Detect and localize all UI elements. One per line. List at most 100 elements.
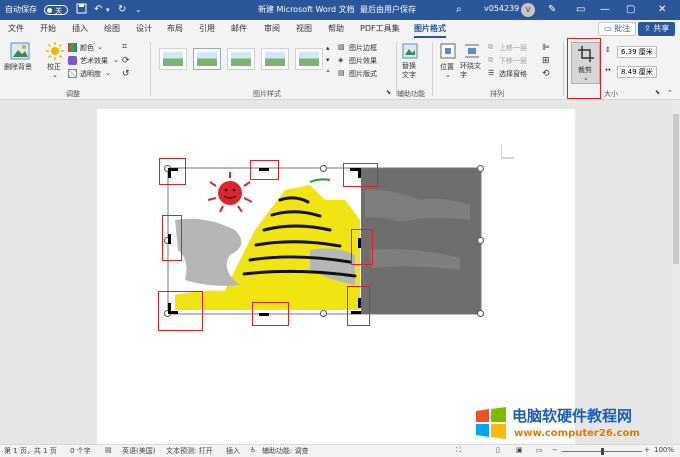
watermark-url: www.computer26.com: [514, 428, 640, 439]
compress-pictures-icon[interactable]: ⌗: [122, 42, 127, 52]
page-count[interactable]: 第 1 页，共 1 页: [4, 446, 57, 456]
picture-style-5[interactable]: [295, 48, 323, 70]
web-layout-icon[interactable]: ▭: [536, 446, 543, 454]
insert-mode[interactable]: 插入: [226, 446, 240, 456]
status-bar: 第 1 页，共 1 页 0 个字 ▤ 英语(美国) 文本预测: 打开 插入 ♿ …: [0, 444, 680, 457]
accessibility-status[interactable]: 辅助功能: 调查: [262, 446, 309, 456]
height-icon: ↕: [605, 46, 611, 54]
tab-mailings[interactable]: 邮件: [231, 23, 247, 34]
width-input[interactable]: 8.49 厘米: [617, 66, 657, 78]
send-backward-icon: ⧉: [488, 56, 493, 64]
reset-picture-icon[interactable]: ↺: [122, 69, 130, 79]
redo-icon[interactable]: ↻: [118, 3, 126, 17]
annotation-box: [250, 160, 279, 180]
align-icon[interactable]: ⊫: [542, 43, 550, 53]
minimize-icon[interactable]: —: [600, 3, 610, 17]
annotation-box: [252, 302, 289, 326]
resize-handle-middle-right[interactable]: [477, 237, 484, 244]
resize-handle-top-middle[interactable]: [320, 165, 327, 172]
picture-style-4[interactable]: [261, 48, 289, 70]
title-bar: 自动保存 关 ↶ ▾ ↻ ⌄ 新建 Microsoft Word 文档 最后由用…: [0, 0, 680, 20]
tab-picture-format[interactable]: 图片格式: [414, 23, 446, 38]
group-icon[interactable]: ⊞: [542, 56, 550, 66]
chevron-down-icon: ⌄: [52, 71, 58, 79]
annotation-box: [351, 229, 373, 265]
remove-background-icon: [10, 42, 30, 60]
tab-file[interactable]: 文件: [8, 23, 24, 34]
tab-insert[interactable]: 插入: [72, 23, 88, 34]
tab-help[interactable]: 帮助: [328, 23, 344, 34]
word-count[interactable]: 0 个字: [70, 446, 91, 456]
print-layout-icon[interactable]: ▣: [516, 446, 523, 454]
zoom-in-icon[interactable]: +: [644, 446, 650, 454]
pen-icon[interactable]: ✎: [548, 3, 556, 17]
autosave-toggle[interactable]: 关: [44, 5, 68, 15]
zoom-level[interactable]: 100%: [654, 446, 674, 454]
artistic-effects-label: 艺术效果: [80, 57, 108, 65]
gallery-up-icon[interactable]: ▴: [326, 44, 330, 52]
rotate-icon[interactable]: ⟲: [542, 69, 550, 79]
proofing-icon[interactable]: ▤: [105, 446, 112, 454]
resize-handle-top-right[interactable]: [477, 165, 484, 172]
search-icon[interactable]: ⌕: [456, 3, 462, 17]
tab-pdf-tools[interactable]: PDF工具集: [360, 23, 400, 34]
annotation-box: [159, 158, 186, 185]
autosave-label: 自动保存: [5, 5, 37, 14]
scrollbar-thumb[interactable]: [673, 114, 679, 264]
wrap-text-label: 环绕文字: [460, 62, 481, 79]
picture-layout-icon: ▤: [338, 69, 345, 77]
text-prediction[interactable]: 文本预测: 打开: [166, 446, 213, 456]
undo-dropdown-icon[interactable]: ▾: [106, 3, 110, 17]
watermark-title: 电脑软硬件教程网: [512, 407, 633, 425]
size-group-label: 大小: [604, 90, 618, 98]
tab-view[interactable]: 视图: [296, 23, 312, 34]
annotation-box: [343, 163, 378, 187]
dialog-launcher-icon[interactable]: ⬊: [386, 89, 391, 96]
tab-references[interactable]: 引用: [199, 23, 215, 34]
vertical-scrollbar[interactable]: [672, 100, 680, 444]
arrange-group-label: 排列: [490, 90, 504, 98]
customize-toolbar-icon[interactable]: ⌄: [135, 3, 142, 17]
tab-home[interactable]: 开始: [40, 23, 56, 34]
tab-draw[interactable]: 绘图: [104, 23, 120, 34]
picture-style-2[interactable]: [193, 48, 221, 70]
gallery-down-icon[interactable]: ▾: [326, 56, 330, 64]
tab-layout[interactable]: 布局: [167, 23, 183, 34]
language-status[interactable]: 英语(美国): [122, 446, 155, 456]
picture-effects-icon: ◈: [338, 56, 344, 64]
gallery-more-icon[interactable]: ⩡: [326, 67, 330, 76]
undo-icon[interactable]: ↶: [94, 3, 102, 17]
width-icon: ↔: [605, 66, 611, 74]
resize-handle-bottom-middle[interactable]: [320, 310, 327, 317]
comments-button[interactable]: ▭ 批注: [598, 22, 637, 36]
read-mode-icon[interactable]: ▯: [496, 446, 500, 454]
dialog-launcher-icon[interactable]: ⬊: [655, 89, 660, 96]
position-icon: [440, 43, 456, 59]
share-button[interactable]: ⇪ 共享: [638, 22, 676, 36]
tab-design[interactable]: 设计: [136, 23, 152, 34]
resize-handle-bottom-right[interactable]: [477, 310, 484, 317]
picture-style-3[interactable]: [227, 48, 255, 70]
avatar[interactable]: V: [521, 3, 535, 17]
divider: [150, 42, 151, 96]
zoom-slider-thumb[interactable]: [601, 448, 604, 455]
picture-style-1[interactable]: [159, 48, 187, 70]
collapse-ribbon-icon[interactable]: ⌃: [667, 89, 673, 97]
maximize-icon[interactable]: ▢: [626, 3, 635, 17]
focus-icon[interactable]: ⛶: [456, 446, 461, 455]
zoom-out-icon[interactable]: −: [552, 446, 558, 454]
selected-picture[interactable]: [160, 160, 490, 325]
chevron-down-icon: ⌄: [445, 71, 451, 79]
ribbon-display-icon[interactable]: ▭: [576, 3, 585, 17]
chevron-down-icon: ⌄: [97, 43, 103, 51]
close-icon[interactable]: ✕: [658, 3, 666, 17]
save-icon[interactable]: [76, 3, 87, 19]
change-picture-icon[interactable]: ⟳: [122, 56, 130, 66]
picture-layout-label: 图片版式: [349, 70, 377, 78]
height-input[interactable]: 6.39 厘米: [617, 46, 657, 58]
alt-text-label: 替换文字: [402, 62, 416, 79]
accessibility-icon: ♿: [250, 446, 257, 454]
picture-effects-label: 图片效果: [349, 57, 377, 65]
tab-review[interactable]: 审阅: [264, 23, 280, 34]
comments-label: 批注: [614, 24, 631, 33]
